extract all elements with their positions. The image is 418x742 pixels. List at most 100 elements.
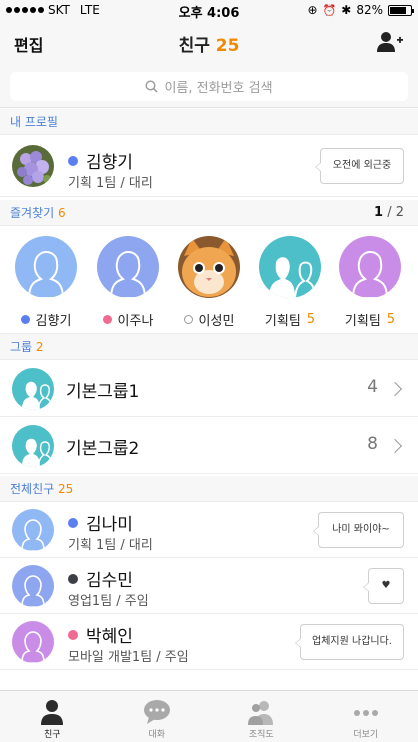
- avatar[interactable]: [12, 509, 54, 551]
- person-silhouette-icon: [15, 236, 77, 298]
- favorite-item[interactable]: 기획팀 5: [258, 236, 322, 329]
- favorite-name: 이성민: [198, 314, 235, 329]
- group-row[interactable]: 기본그룹1 4: [0, 360, 418, 417]
- status-dot: [68, 517, 78, 528]
- tab-chat-bubble[interactable]: 대화: [105, 691, 210, 742]
- favorite-avatar: [178, 236, 240, 298]
- favorites-count: 6: [58, 206, 66, 220]
- friend-row[interactable]: 김수민 영업1팀 / 주임 ♥: [0, 558, 418, 614]
- my-profile-header: 내 프로필: [0, 109, 418, 135]
- tab-label: 조직도: [248, 730, 274, 740]
- favorite-avatar: [97, 236, 159, 298]
- status-message-bubble[interactable]: ♥: [363, 568, 404, 604]
- bluetooth-icon: ✱: [341, 3, 352, 17]
- friend-row[interactable]: 박혜인모바일 개발1팀 / 주임 업체지원 나갑니다.: [0, 614, 418, 670]
- friend-name-text: 박혜인: [86, 627, 133, 647]
- search-input[interactable]: 이름, 전화번호 검색: [10, 72, 408, 101]
- my-profile-name-text: 김향기: [86, 153, 133, 173]
- status-dot: [68, 629, 78, 640]
- favorite-label: 기획팀 5: [326, 310, 414, 329]
- friend-name-text: 김나미: [86, 515, 133, 535]
- chevron-right-icon: [387, 381, 403, 397]
- alarm-icon: ⏰: [322, 3, 337, 17]
- status-bar: SKT LTE 오후 4:06 ⊕ ⏰ ✱ 82%: [0, 0, 418, 21]
- group-member-count: 8: [367, 434, 378, 454]
- favorite-count: 5: [386, 312, 396, 327]
- group-icon: [12, 368, 54, 410]
- tab-org-chart[interactable]: 조직도: [209, 691, 314, 742]
- group-row[interactable]: 기본그룹2 8: [0, 417, 418, 474]
- tab-label: 친구: [43, 730, 61, 740]
- tab-more-dots[interactable]: 더보기: [314, 691, 418, 742]
- groups-count: 2: [35, 340, 44, 354]
- avatar[interactable]: [12, 565, 54, 607]
- search-bar-container: 이름, 전화번호 검색: [0, 64, 418, 108]
- favorite-name: 이주나: [117, 314, 154, 329]
- person-silhouette-icon: [12, 621, 54, 663]
- status-dot: [68, 573, 78, 584]
- favorite-name: 김향기: [35, 314, 72, 329]
- chat-bubble-icon: [143, 700, 170, 724]
- avatar[interactable]: [12, 621, 54, 663]
- battery-percent: 82%: [356, 3, 383, 17]
- favorite-item[interactable]: 기획팀 5: [338, 236, 402, 329]
- group-member-count: 4: [367, 377, 378, 397]
- my-profile-name: 김향기: [68, 148, 133, 173]
- group-name: 기본그룹1: [66, 382, 140, 402]
- status-dot: [20, 315, 30, 324]
- favorite-avatar: [339, 236, 401, 298]
- navigation-bar: 편집 친구 25: [0, 20, 418, 64]
- favorite-item[interactable]: 김향기: [14, 236, 78, 329]
- status-message-bubble[interactable]: 오전에 외근중: [315, 148, 404, 184]
- group-icon: [12, 425, 54, 467]
- flower-photo-icon: [12, 145, 54, 187]
- favorite-label: 이주나: [84, 310, 172, 329]
- favorites-carousel[interactable]: 김향기 이주나 이성민 기획팀 5 기획팀 5: [0, 226, 418, 334]
- lock-rotation-icon: ⊕: [307, 3, 318, 17]
- favorite-item[interactable]: 이성민: [177, 236, 241, 329]
- group-avatar: [12, 425, 54, 467]
- person-silhouette-icon: [97, 236, 159, 298]
- page-title: 친구 25: [0, 31, 418, 56]
- favorite-name: 기획팀: [264, 314, 301, 329]
- friend-name: 김나미: [68, 510, 133, 535]
- avatar[interactable]: [12, 145, 54, 187]
- tab-person[interactable]: 친구: [0, 691, 105, 742]
- my-profile-row[interactable]: 김향기 기획 1팀 / 대리 오전에 외근중: [0, 135, 418, 197]
- friend-name: 김수민: [68, 566, 133, 591]
- status-message-bubble[interactable]: 나미 뫄이야~: [313, 512, 404, 548]
- tab-label: 더보기: [353, 730, 379, 740]
- favorite-avatar: [15, 236, 77, 298]
- pager-current: 1: [374, 205, 384, 220]
- status-dot: [183, 315, 193, 324]
- all-friends-section-label: 전체친구: [10, 482, 55, 496]
- friend-subtitle: 모바일 개발1팀 / 주임: [68, 650, 189, 665]
- chevron-right-icon: [387, 438, 403, 454]
- tab-label: 대화: [148, 730, 166, 740]
- tab-bar: 친구 대화 조직도 더보기: [0, 690, 418, 742]
- status-dot: [102, 315, 112, 324]
- pager-total: 2: [395, 205, 404, 220]
- person-silhouette-icon: [339, 236, 401, 298]
- friend-row[interactable]: 김나미기획 1팀 / 대리 나미 뫄이야~: [0, 502, 418, 558]
- friend-name: 박혜인: [68, 622, 133, 647]
- favorite-item[interactable]: 이주나: [96, 236, 160, 329]
- add-friend-icon[interactable]: [376, 30, 404, 54]
- battery-icon: [388, 4, 414, 16]
- friend-subtitle: 기획 1팀 / 대리: [68, 538, 153, 553]
- all-friends-header: 전체친구 25: [0, 476, 418, 502]
- favorite-label: 기획팀 5: [246, 310, 334, 329]
- all-friends-count: 25: [58, 482, 74, 496]
- search-placeholder: 이름, 전화번호 검색: [164, 81, 273, 96]
- group-icon: [259, 236, 321, 298]
- favorites-header: 즐겨찾기 6 1 / 2: [0, 200, 418, 226]
- favorite-count: 5: [306, 312, 316, 327]
- friend-count: 25: [215, 36, 240, 56]
- favorite-avatar: [259, 236, 321, 298]
- status-message-bubble[interactable]: 업체지원 나갑니다.: [295, 624, 404, 660]
- cat-photo-icon: [178, 236, 240, 298]
- friend-name-text: 김수민: [86, 571, 133, 591]
- favorite-label: 이성민: [165, 310, 253, 329]
- my-profile-subtitle: 기획 1팀 / 대리: [68, 176, 153, 191]
- favorite-name: 기획팀: [344, 314, 381, 329]
